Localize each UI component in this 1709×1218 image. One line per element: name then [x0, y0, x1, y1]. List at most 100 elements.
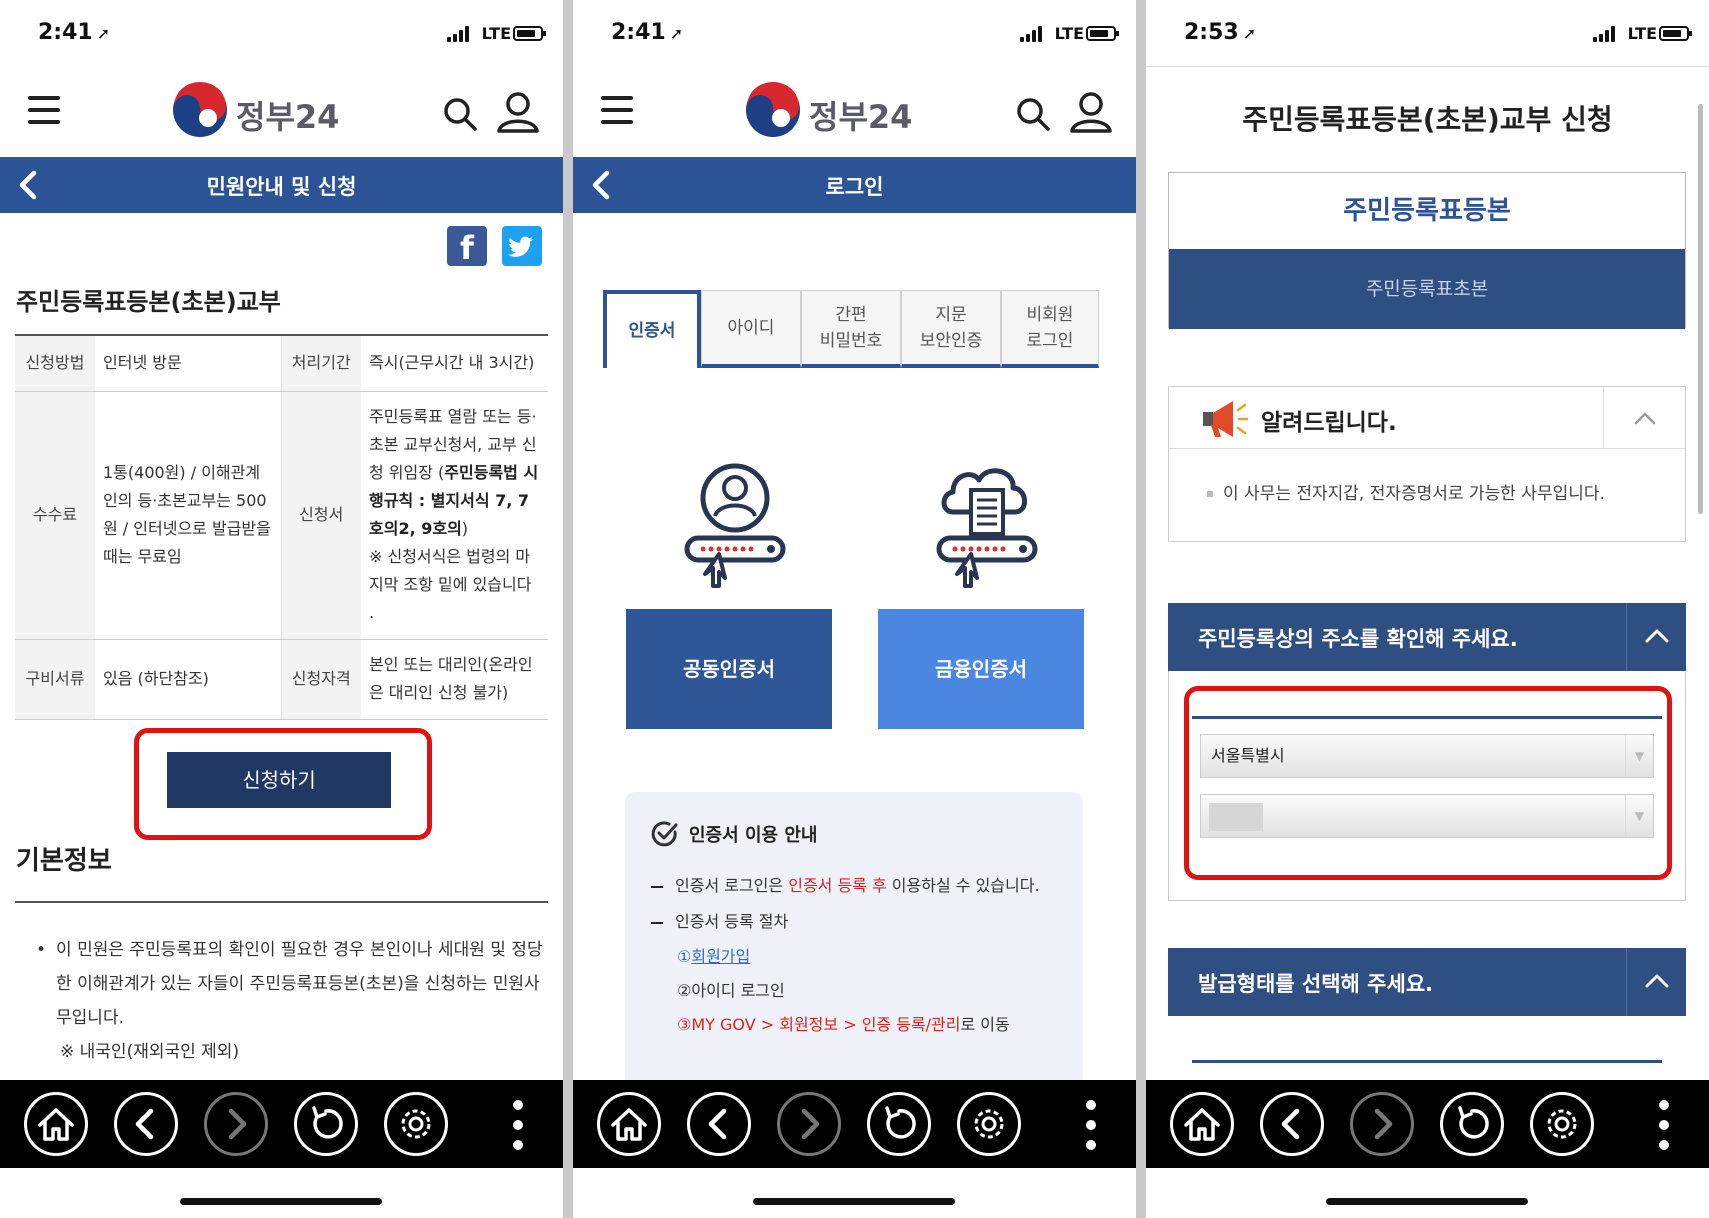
reload-button[interactable] — [1440, 1092, 1504, 1156]
issue-type-section-header[interactable]: 발급형태를 선택해 주세요. — [1168, 948, 1686, 1016]
site-header: 정부24 — [573, 70, 1136, 156]
signup-link[interactable]: 회원가입 — [691, 947, 750, 966]
gov24-logo[interactable]: 정부24 — [172, 82, 352, 142]
guide-title: 인증서 이용 안내 — [689, 825, 818, 846]
logo-text: 정부24 — [236, 98, 340, 136]
network-label: LTE — [1054, 24, 1084, 43]
more-options-icon[interactable] — [1659, 1100, 1669, 1150]
settings-button[interactable] — [957, 1092, 1021, 1156]
reload-button[interactable] — [867, 1092, 931, 1156]
tab-id[interactable]: 아이디 — [701, 290, 801, 368]
joint-certificate-icon — [684, 463, 786, 588]
certificate-guide-box: 인증서 이용 안내 인증서 로그인은 인증서 등록 후 이용하실 수 있습니다.… — [625, 792, 1083, 1092]
forward-button[interactable] — [204, 1092, 268, 1156]
section-title: 주민등록상의 주소를 확인해 주세요. — [1198, 627, 1518, 651]
reload-button[interactable] — [294, 1092, 358, 1156]
facebook-share-icon[interactable]: f — [447, 226, 487, 267]
search-icon[interactable] — [440, 94, 480, 134]
guide-step: ②아이디 로그인 — [677, 981, 785, 1000]
collapse-button[interactable] — [1603, 387, 1685, 449]
address-section-header[interactable]: 주민등록상의 주소를 확인해 주세요. — [1168, 603, 1686, 671]
network-label: LTE — [1627, 24, 1657, 43]
document-type-selector: 주민등록표등본 주민등록표초본 — [1168, 172, 1686, 329]
home-button[interactable] — [597, 1092, 661, 1156]
gov24-logo[interactable]: 정부24 — [745, 82, 925, 142]
browser-toolbar — [1146, 1080, 1709, 1168]
tab-simple-password[interactable]: 간편 비밀번호 — [801, 290, 901, 368]
phone-screen-application-form: 2:53 ➚ LTE 주민등록표등본(초본)교부 신청 주민등록표등본 주민등록표… — [1146, 0, 1709, 1218]
collapse-button[interactable] — [1626, 948, 1686, 1016]
form-title: 주민등록표등본(초본)교부 신청 — [1242, 103, 1613, 136]
network-label: LTE — [481, 24, 511, 43]
back-button[interactable] — [114, 1092, 178, 1156]
guide-step: ③MY GOV > 회원정보 > 인증 등록/관리로 이동 — [651, 1008, 1057, 1042]
battery-icon — [1086, 26, 1119, 41]
settings-button[interactable] — [1530, 1092, 1594, 1156]
chevron-left-icon — [708, 1108, 727, 1140]
notice-text: 이 사무는 전자지갑, 전자증명서로 가능한 사무입니다. — [1223, 484, 1605, 504]
page-title: 로그인 — [825, 175, 884, 199]
home-indicator — [180, 1198, 382, 1205]
browser-toolbar — [0, 1080, 563, 1168]
more-options-icon[interactable] — [1086, 1100, 1096, 1150]
joint-certificate-button[interactable]: 공동인증서 — [626, 609, 832, 729]
tab-fingerprint[interactable]: 지문 보안인증 — [901, 290, 1001, 368]
highlight-box — [1184, 686, 1672, 880]
table-row: 신청방법 인터넷 방문 처리기간 즉시(근무시간 내 3시간) — [15, 335, 548, 392]
back-button[interactable] — [1260, 1092, 1324, 1156]
basic-info-text: • 이 민원은 주민등록표의 확인이 필요한 경우 본인이나 세대원 및 정당한 … — [36, 933, 546, 1069]
table-row: 구비서류 있음 (하단참조) 신청자격 본인 또는 대리인(온라인은 대리인 신… — [15, 639, 548, 720]
table-value: 본인 또는 대리인(온라인은 대리인 신청 불가) — [361, 639, 548, 720]
user-icon[interactable] — [1069, 90, 1113, 134]
tab-guest-login[interactable]: 비회원 로그인 — [1001, 290, 1099, 368]
mygov-link[interactable]: ③MY GOV > 회원정보 > 인증 등록/관리 — [677, 1015, 961, 1034]
scrollbar[interactable] — [1698, 104, 1703, 514]
guide-text: 이용하실 수 있습니다. — [886, 876, 1040, 895]
menu-icon[interactable] — [601, 96, 635, 124]
user-icon[interactable] — [496, 90, 540, 134]
table-label: 신청서 — [281, 391, 361, 640]
more-options-icon[interactable] — [513, 1100, 523, 1150]
status-time: 2:41 — [611, 20, 666, 45]
apply-button[interactable]: 신청하기 — [167, 752, 391, 808]
twitter-share-icon[interactable] — [502, 226, 542, 266]
collapse-button[interactable] — [1626, 603, 1686, 671]
chevron-up-icon — [1645, 629, 1669, 643]
form-note: ※ 신청서식은 법령의 마지막 조항 밑에 있습니다 — [369, 547, 532, 594]
tab-certificate[interactable]: 인증서 — [603, 290, 701, 368]
form-text-close: ) — [461, 519, 469, 538]
status-bar: 2:41 ➚ LTE — [0, 0, 563, 66]
financial-certificate-button[interactable]: 금융인증서 — [878, 609, 1084, 729]
title-bar: 민원안내 및 신청 — [0, 157, 563, 213]
home-button[interactable] — [1170, 1092, 1234, 1156]
search-icon[interactable] — [1013, 94, 1053, 134]
status-bar: 2:53 ➚ LTE — [1146, 0, 1709, 66]
back-button[interactable] — [687, 1092, 751, 1156]
home-indicator — [1326, 1198, 1528, 1205]
location-icon: ➚ — [96, 24, 111, 43]
service-info-table: 신청방법 인터넷 방문 처리기간 즉시(근무시간 내 3시간) 수수료 1통(4… — [15, 334, 548, 720]
forward-button[interactable] — [1350, 1092, 1414, 1156]
gear-icon — [401, 1109, 431, 1139]
gear-icon — [974, 1109, 1004, 1139]
forward-button[interactable] — [777, 1092, 841, 1156]
service-heading: 주민등록표등본(초본)교부 — [16, 288, 281, 316]
home-button[interactable] — [24, 1092, 88, 1156]
menu-icon[interactable] — [28, 96, 62, 124]
reload-icon — [885, 1106, 916, 1139]
gear-icon — [1547, 1109, 1577, 1139]
option-certified-copy[interactable]: 주민등록표등본 — [1169, 173, 1685, 249]
home-icon — [611, 1108, 647, 1141]
taegeuk-logo-icon — [173, 82, 227, 137]
status-time: 2:41 — [38, 20, 93, 45]
battery-icon — [513, 26, 546, 41]
check-circle-icon — [651, 821, 678, 847]
table-label: 신청자격 — [281, 639, 361, 720]
option-abstract[interactable]: 주민등록표초본 — [1169, 249, 1685, 329]
chevron-right-icon — [1374, 1108, 1393, 1140]
taegeuk-logo-icon — [746, 82, 800, 137]
table-label: 구비서류 — [15, 639, 95, 720]
phone-screen-service-info: 2:41 ➚ LTE 정부24 민원안내 및 신청 f 주민등록표등본(초본)교부… — [0, 0, 563, 1218]
notice-box: 알려드립니다. 이 사무는 전자지갑, 전자증명서로 가능한 사무입니다. — [1168, 386, 1686, 542]
settings-button[interactable] — [384, 1092, 448, 1156]
